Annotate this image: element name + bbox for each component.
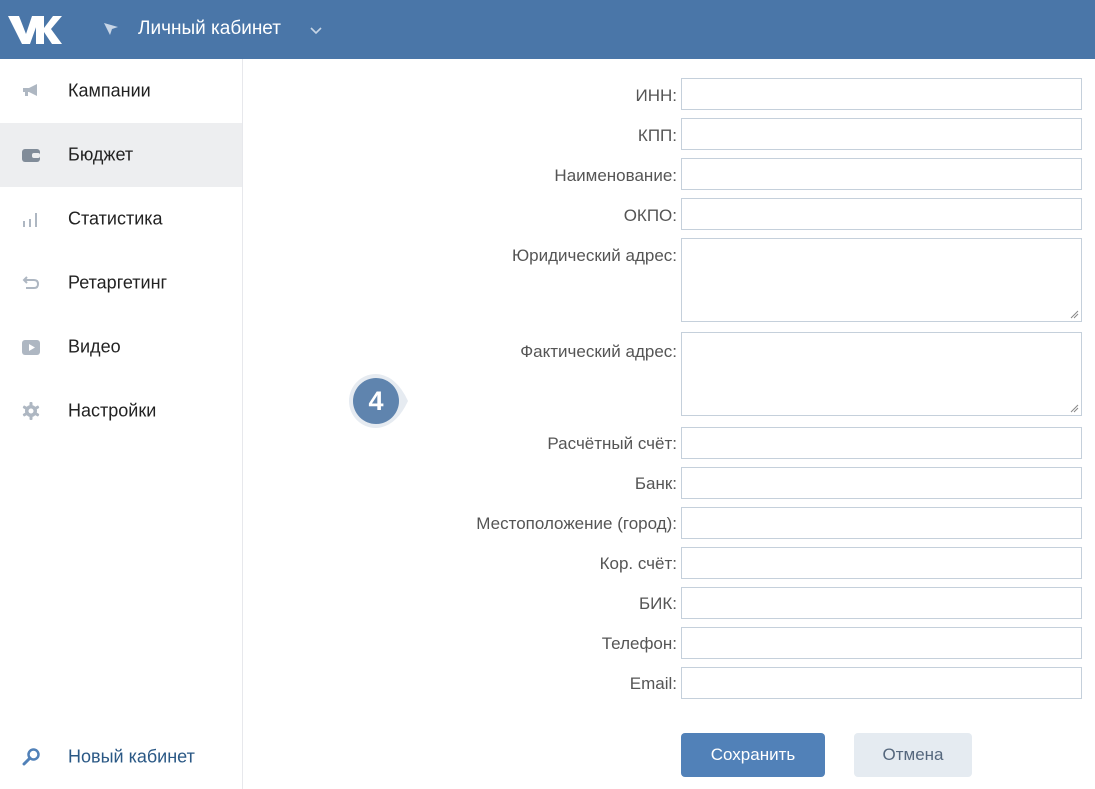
bank-input[interactable] [681,467,1082,499]
settlement-account-input[interactable] [681,427,1082,459]
sidebar-item-label: Статистика [68,208,163,229]
sidebar-item-label: Ретаргетинг [68,272,168,293]
legal-address-textarea[interactable] [681,238,1082,322]
field-label-settlement-account: Расчётный счёт: [547,434,677,453]
sidebar-item-label: Бюджет [68,144,134,165]
sidebar-item-campaigns[interactable]: Кампании [0,59,242,123]
top-header: Личный кабинет [0,0,1095,59]
phone-input[interactable] [681,627,1082,659]
field-label-correspondent-account: Кор. счёт: [599,554,677,573]
sidebar-item-retargeting[interactable]: Ретаргетинг [0,251,242,315]
sidebar-item-budget[interactable]: Бюджет [0,123,242,187]
field-label-inn: ИНН: [635,86,678,105]
correspondent-account-input[interactable] [681,547,1082,579]
wallet-icon [22,149,40,162]
resize-grip-icon[interactable] [1070,310,1079,319]
bar-chart-icon [23,213,37,227]
okpo-input[interactable] [681,198,1082,230]
sidebar-item-new-cabinet[interactable]: Новый кабинет [0,725,242,789]
resize-grip-icon[interactable] [1070,404,1079,413]
field-label-email: Email: [629,674,677,693]
cabinet-title[interactable]: Личный кабинет [138,17,281,41]
vk-logo-icon[interactable] [6,10,62,50]
return-arrow-icon [22,276,40,289]
cancel-button[interactable]: Отмена [854,733,972,777]
field-label-name: Наименование: [554,166,677,185]
sidebar-item-video[interactable]: Видео [0,315,242,379]
sidebar-item-statistics[interactable]: Статистика [0,187,242,251]
field-label-kpp: КПП: [637,126,677,145]
sidebar-item-label: Новый кабинет [68,746,195,767]
kpp-input[interactable] [681,118,1082,150]
video-play-icon [22,340,40,355]
sidebar-item-label: Видео [68,336,121,357]
name-input[interactable] [681,158,1082,190]
field-label-city: Местоположение (город): [476,514,677,533]
sidebar-item-label: Настройки [68,400,157,421]
field-label-bank: Банк: [634,474,677,493]
gear-icon [22,402,40,420]
field-label-phone: Телефон: [601,634,677,653]
save-button[interactable]: Сохранить [681,733,825,777]
cursor-arrow-icon [104,23,118,35]
sidebar-divider [242,59,243,789]
city-input[interactable] [681,507,1082,539]
chevron-down-icon[interactable] [310,25,322,35]
step-number: 4 [368,386,384,416]
key-icon [22,748,40,766]
bik-input[interactable] [681,587,1082,619]
email-input[interactable] [681,667,1082,699]
sidebar-item-settings[interactable]: Настройки [0,379,242,443]
sidebar-item-label: Кампании [68,80,151,101]
field-label-okpo: ОКПО: [623,206,677,225]
field-label-actual-address: Фактический адрес: [520,342,677,361]
inn-input[interactable] [681,78,1082,110]
field-label-bik: БИК: [638,594,677,613]
megaphone-icon [23,84,37,96]
actual-address-textarea[interactable] [681,332,1082,416]
field-label-legal-address: Юридический адрес: [511,246,677,265]
